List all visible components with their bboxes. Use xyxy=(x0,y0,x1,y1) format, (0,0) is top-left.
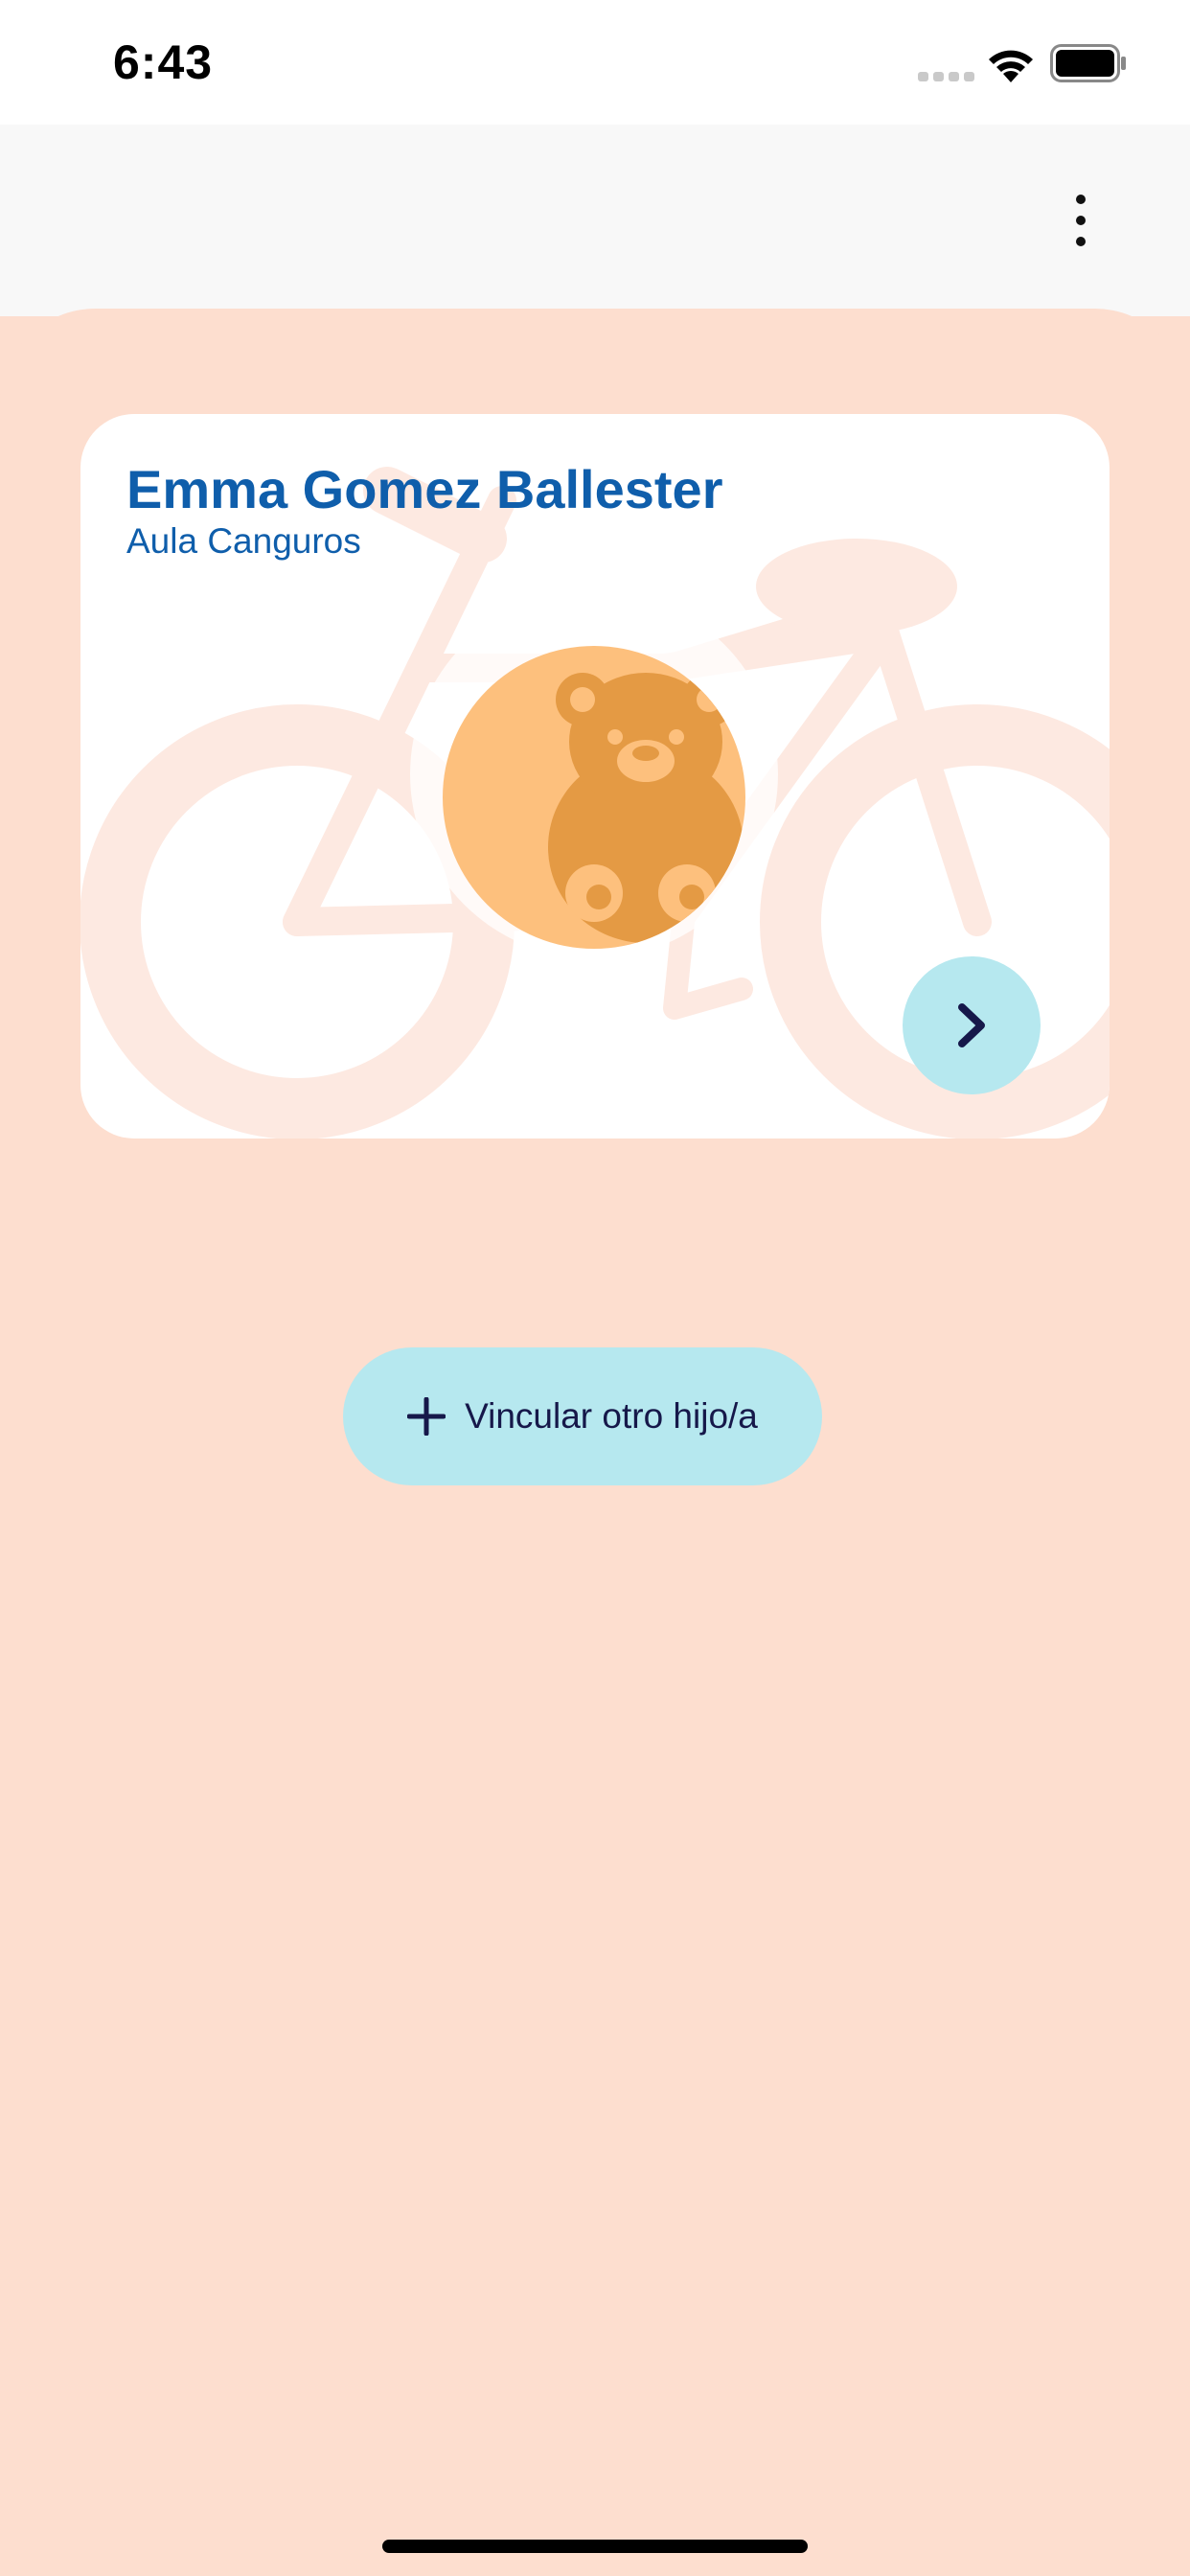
more-options-button[interactable] xyxy=(1052,182,1110,259)
status-time: 6:43 xyxy=(113,35,214,89)
status-bar: 6:43 xyxy=(0,0,1190,125)
battery-icon xyxy=(1050,44,1126,82)
child-name: Emma Gomez Ballester xyxy=(126,459,723,519)
plus-icon xyxy=(407,1397,446,1436)
avatar xyxy=(443,646,745,949)
chevron-right-icon xyxy=(958,1003,985,1047)
link-another-child-label: Vincular otro hijo/a xyxy=(465,1396,758,1436)
child-card[interactable]: Emma Gomez Ballester Aula Canguros xyxy=(80,414,1110,1138)
wifi-icon xyxy=(989,50,1033,82)
more-vertical-icon xyxy=(1076,195,1086,204)
open-child-button[interactable] xyxy=(903,956,1041,1094)
teddy-bear-icon xyxy=(548,673,744,943)
home-indicator[interactable] xyxy=(382,2540,808,2553)
link-another-child-button[interactable]: Vincular otro hijo/a xyxy=(343,1347,822,1485)
header xyxy=(0,125,1190,316)
child-classroom: Aula Canguros xyxy=(126,521,361,561)
cellular-signal-icon xyxy=(918,72,974,81)
